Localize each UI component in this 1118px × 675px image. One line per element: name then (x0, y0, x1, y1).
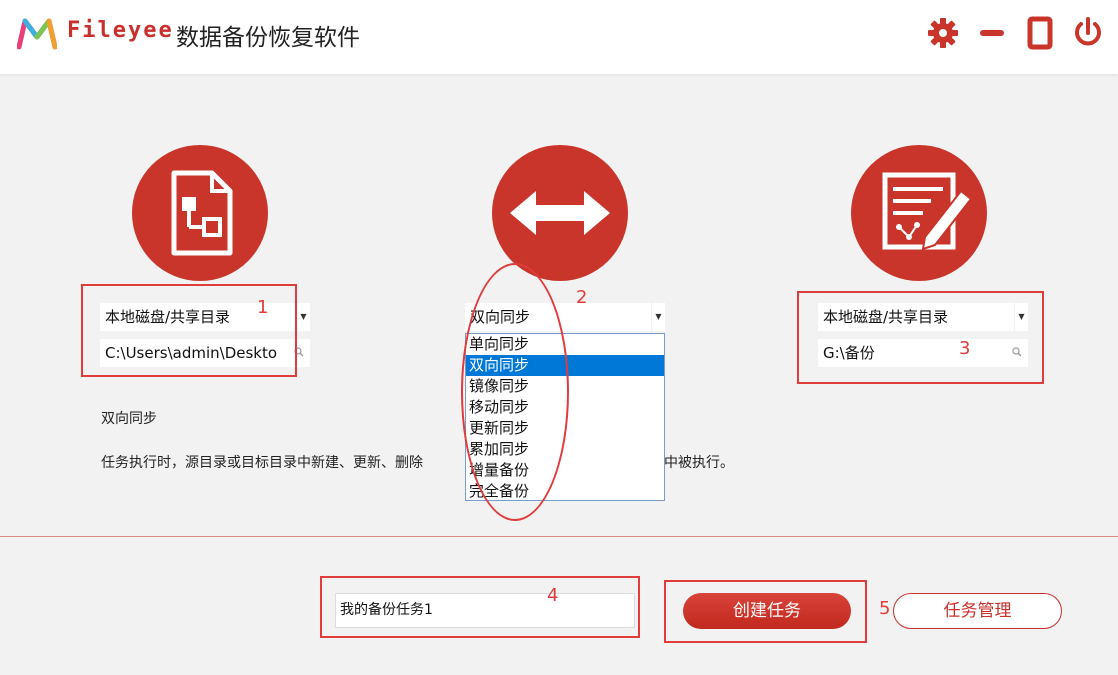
annotation-number-5: 5 (879, 598, 891, 619)
mode-description-text: 任务执行时，源目录或目标目录中新建、更新、删除 (101, 455, 423, 471)
annotation-box-5 (664, 580, 867, 643)
source-circle (132, 145, 268, 281)
gear-icon[interactable] (926, 16, 960, 50)
logo-icon (17, 18, 57, 50)
annotation-box-3 (797, 291, 1044, 384)
minimize-icon[interactable] (975, 16, 1009, 50)
mode-description-text-end: 中被执行。 (664, 455, 734, 471)
sync-circle (492, 145, 628, 281)
maximize-icon[interactable] (1023, 16, 1057, 50)
task-manage-button[interactable]: 任务管理 (893, 593, 1062, 629)
annotation-ellipse-2 (461, 263, 569, 521)
title-bar: Fileyee 数据备份恢复软件 (0, 0, 1118, 74)
chevron-down-icon[interactable]: ▼ (296, 303, 310, 331)
annotation-box-4 (320, 576, 640, 638)
app-title: 数据备份恢复软件 (176, 25, 360, 51)
double-arrow-icon (510, 191, 610, 235)
edit-note-icon (882, 172, 973, 251)
annotation-number-3: 3 (959, 338, 971, 359)
target-circle (851, 145, 987, 281)
annotation-number-2: 2 (576, 287, 588, 308)
chevron-down-icon[interactable]: ▼ (651, 303, 665, 331)
document-flow-icon (171, 170, 233, 256)
mode-description-title: 双向同步 (101, 411, 157, 427)
brand-name: Fileyee (67, 18, 174, 43)
section-divider (0, 536, 1118, 537)
power-icon[interactable] (1071, 16, 1105, 50)
annotation-number-4: 4 (547, 585, 559, 606)
annotation-number-1: 1 (257, 297, 269, 318)
